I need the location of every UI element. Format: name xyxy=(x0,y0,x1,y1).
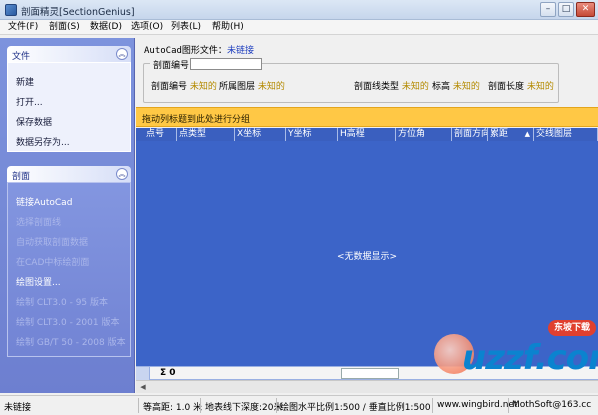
minimize-button[interactable]: – xyxy=(540,2,556,17)
field-elevation: 标高 未知的 xyxy=(432,82,480,92)
title-bar: 剖面精灵[SectionGenius] – □ ✕ xyxy=(0,0,598,20)
window-title: 剖面精灵[SectionGenius] xyxy=(21,7,135,18)
status-scale: 绘图水平比例1:500 / 垂直比例1:500 xyxy=(280,403,431,413)
status-separator xyxy=(508,398,509,413)
sort-ascending-icon: ▲ xyxy=(524,130,530,138)
group-hint: 拖动列标题到此处进行分组 xyxy=(142,115,251,125)
task-draw-clt-95[interactable]: 绘制 CLT3.0 - 95 版本 xyxy=(16,295,108,308)
section-panel-body: 链接AutoCad 选择剖面线 自动获取剖面数据 在CAD中标绘剖面 绘图设置.… xyxy=(7,182,131,357)
close-icon: ✕ xyxy=(581,4,590,14)
section-panel-title: 剖面 xyxy=(12,172,31,182)
task-draw-clt-2001[interactable]: 绘制 CLT3.0 - 2001 版本 xyxy=(16,315,119,328)
field-section-length: 剖面长度 未知的 xyxy=(488,82,554,92)
status-separator xyxy=(432,398,433,413)
status-site: www.wingbird.net xyxy=(437,400,518,410)
scroll-left-icon[interactable]: ◀ xyxy=(137,382,149,393)
empty-message: <无数据显示> xyxy=(336,252,398,262)
collapse-icon[interactable]: ︽ xyxy=(116,168,128,180)
status-bar: 未链接 等高距: 1.0 米 地表线下深度:20米 绘图水平比例1:500 / … xyxy=(0,395,598,415)
column-y[interactable]: Y坐标 xyxy=(286,128,338,141)
autocad-status: 未链接 xyxy=(226,46,254,56)
menu-help[interactable]: 帮助(H) xyxy=(212,21,244,34)
app-icon xyxy=(5,4,17,16)
column-x[interactable]: X坐标 xyxy=(235,128,286,141)
status-email: MothSoft@163.cc xyxy=(512,400,592,410)
task-save[interactable]: 保存数据 xyxy=(16,115,52,128)
field-section-number: 剖面编号 未知的 xyxy=(151,82,217,92)
column-distance[interactable]: 累距 ▲ xyxy=(488,128,534,141)
menu-data[interactable]: 数据(D) xyxy=(90,21,122,34)
column-point-id[interactable]: 点号 xyxy=(144,128,177,141)
status-contour: 等高距: 1.0 米 xyxy=(143,403,203,413)
file-panel-header[interactable]: 文件 ︽ xyxy=(7,46,131,62)
column-direction[interactable]: 剖面方向 xyxy=(452,128,488,141)
grid-header: 点号 点类型 X坐标 Y坐标 H高程 方位角 剖面方向 累距 ▲ 交线图层 xyxy=(136,128,598,141)
file-panel-body: 新建 打开... 保存数据 数据另存为... xyxy=(7,62,131,152)
menu-bar: 文件(F) 剖面(S) 数据(D) 选项(O) 列表(L) 帮助(H) xyxy=(0,20,598,35)
watermark-badge: 东坡下载 xyxy=(548,320,596,336)
watermark-logo: uzzf.com 东坡下载 xyxy=(432,318,598,388)
autocad-label: AutoCad图形文件： xyxy=(144,46,227,56)
task-save-as[interactable]: 数据另存为... xyxy=(16,135,70,148)
task-new[interactable]: 新建 xyxy=(16,75,34,88)
file-panel-title: 文件 xyxy=(12,52,31,62)
status-separator xyxy=(276,398,277,413)
autocad-link-status: AutoCad图形文件：未链接 xyxy=(144,43,254,56)
status-separator xyxy=(138,398,139,413)
field-layer: 所属图层 未知的 xyxy=(219,82,285,92)
task-draw-gbt-2008[interactable]: 绘制 GB/T 50 - 2008 版本 xyxy=(16,335,126,348)
menu-list[interactable]: 列表(L) xyxy=(171,21,201,34)
watermark-text: uzzf.com xyxy=(462,338,598,378)
collapse-icon[interactable]: ︽ xyxy=(116,48,128,60)
minimize-icon: – xyxy=(545,4,551,14)
summary-value: Σ 0 xyxy=(160,368,176,378)
section-panel-header[interactable]: 剖面 ︽ xyxy=(7,166,131,182)
column-point-type[interactable]: 点类型 xyxy=(177,128,235,141)
task-sidebar: 文件 ︽ 新建 打开... 保存数据 数据另存为... 剖面 ︽ 链接AutoC… xyxy=(0,38,135,393)
section-group-title: 剖面编号 xyxy=(150,58,193,71)
column-azimuth[interactable]: 方位角 xyxy=(396,128,452,141)
status-separator xyxy=(200,398,201,413)
column-layer[interactable]: 交线图层 xyxy=(534,128,598,141)
field-line-type: 剖面线类型 未知的 xyxy=(354,82,429,92)
maximize-icon: □ xyxy=(561,4,571,14)
column-h[interactable]: H高程 xyxy=(338,128,396,141)
row-indicator xyxy=(136,367,150,380)
section-number-input[interactable] xyxy=(190,58,262,70)
status-depth: 地表线下深度:20米 xyxy=(205,403,283,413)
task-auto-get-data[interactable]: 自动获取剖面数据 xyxy=(16,235,88,248)
summary-box xyxy=(341,368,399,379)
close-button[interactable]: ✕ xyxy=(576,2,595,17)
task-select-section-line[interactable]: 选择剖面线 xyxy=(16,215,61,228)
task-open[interactable]: 打开... xyxy=(16,95,43,108)
menu-section[interactable]: 剖面(S) xyxy=(49,21,80,34)
status-link: 未链接 xyxy=(4,403,32,413)
maximize-button[interactable]: □ xyxy=(558,2,574,17)
task-link-autocad[interactable]: 链接AutoCad xyxy=(16,195,72,208)
menu-options[interactable]: 选项(O) xyxy=(131,21,163,34)
section-info-group: 剖面编号 剖面编号 未知的 所属图层 未知的 剖面线类型 未知的 标高 未知的 … xyxy=(143,58,559,103)
group-by-area[interactable]: 拖动列标题到此处进行分组 xyxy=(136,107,598,127)
menu-file[interactable]: 文件(F) xyxy=(8,21,38,34)
task-drawing-settings[interactable]: 绘图设置... xyxy=(16,275,61,288)
task-plot-in-cad[interactable]: 在CAD中标绘剖面 xyxy=(16,255,89,268)
